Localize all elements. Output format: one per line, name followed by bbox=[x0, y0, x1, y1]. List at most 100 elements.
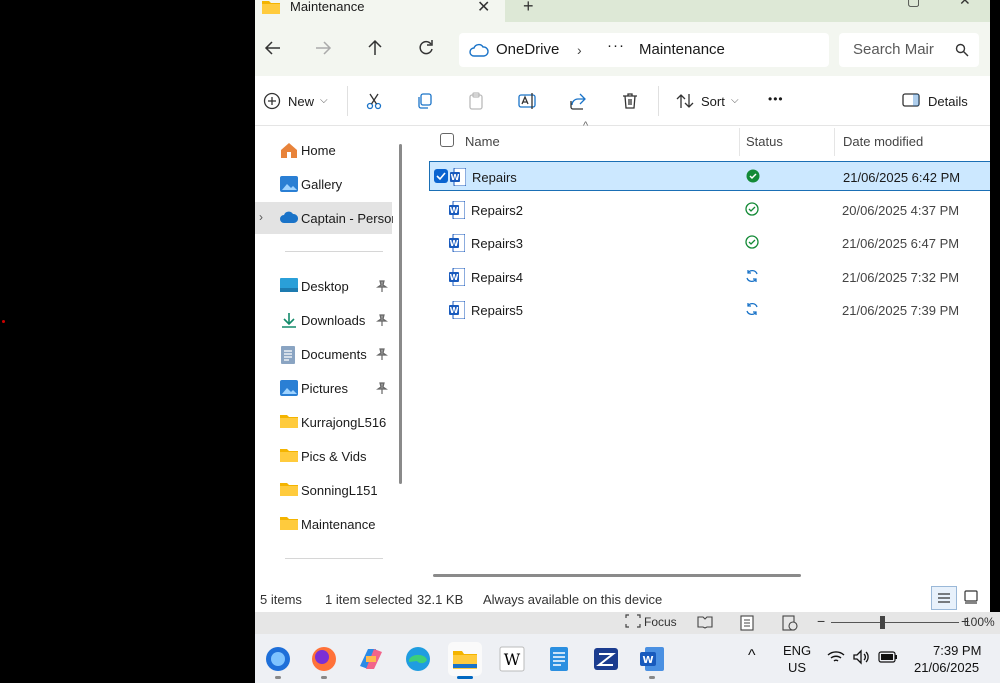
file-row-repairs5[interactable]: W Repairs5 21/06/2025 7:39 PM bbox=[429, 295, 990, 325]
taskbar-app-shield[interactable] bbox=[261, 642, 295, 676]
close-tab-icon[interactable]: ✕ bbox=[477, 0, 490, 17]
sort-dropdown-chevron-icon[interactable]: ⌵ bbox=[731, 95, 739, 106]
file-row-repairs[interactable]: W Repairs 21/06/2025 6:42 PM bbox=[429, 161, 990, 191]
nav-item-home[interactable]: Home bbox=[255, 134, 395, 166]
file-explorer-window: Maintenance ✕ + ▢ ✕ OneDrive › ··· Maint… bbox=[255, 0, 990, 612]
status-bar: 5 items 1 item selected 32.1 KB Always a… bbox=[255, 584, 990, 612]
taskbar-app-file-explorer[interactable] bbox=[448, 642, 482, 676]
taskbar-app-edge[interactable] bbox=[401, 642, 435, 676]
breadcrumb-onedrive[interactable]: OneDrive bbox=[496, 41, 559, 58]
clock-date[interactable]: 21/06/2025 bbox=[914, 660, 979, 675]
clock-time[interactable]: 7:39 PM bbox=[933, 643, 981, 658]
select-all-checkbox[interactable] bbox=[440, 133, 454, 147]
file-row-repairs3[interactable]: W Repairs3 21/06/2025 6:47 PM bbox=[429, 228, 990, 258]
new-button[interactable]: New bbox=[288, 94, 314, 109]
maximize-icon[interactable]: ▢ bbox=[907, 0, 920, 9]
nav-item-sonning[interactable]: SonningL151 bbox=[255, 474, 395, 506]
wifi-icon[interactable] bbox=[827, 650, 845, 667]
pin-icon[interactable] bbox=[376, 279, 388, 297]
column-divider[interactable] bbox=[739, 128, 740, 156]
sort-button[interactable]: Sort bbox=[701, 94, 725, 109]
nav-item-pictures[interactable]: Pictures bbox=[255, 372, 395, 404]
nav-scrollbar[interactable] bbox=[399, 144, 402, 484]
nav-item-label: Gallery bbox=[301, 177, 343, 192]
taskbar-app-firefox[interactable] bbox=[307, 642, 341, 676]
pin-icon[interactable] bbox=[376, 347, 388, 365]
new-tab-button[interactable]: + bbox=[523, 0, 534, 17]
row-checkbox[interactable] bbox=[434, 169, 448, 183]
cut-icon[interactable] bbox=[365, 92, 383, 115]
availability-status: Always available on this device bbox=[483, 592, 663, 607]
refresh-icon[interactable] bbox=[416, 38, 438, 60]
expand-chevron-icon[interactable]: › bbox=[259, 210, 263, 224]
focus-button[interactable]: Focus bbox=[644, 615, 677, 629]
column-name[interactable]: Name bbox=[465, 134, 500, 149]
rename-icon[interactable] bbox=[518, 92, 538, 115]
paste-icon[interactable] bbox=[467, 92, 485, 115]
details-button[interactable]: Details bbox=[928, 94, 968, 109]
volume-icon[interactable] bbox=[852, 649, 870, 668]
sort-icon[interactable] bbox=[676, 92, 694, 115]
up-icon[interactable] bbox=[365, 38, 387, 60]
nav-item-documents[interactable]: Documents bbox=[255, 338, 395, 370]
nav-item-gallery[interactable]: Gallery bbox=[255, 168, 395, 200]
svg-text:W: W bbox=[451, 173, 460, 182]
file-row-repairs4[interactable]: W Repairs4 21/06/2025 7:32 PM bbox=[429, 262, 990, 292]
zoom-slider[interactable] bbox=[831, 622, 959, 623]
nav-item-label: Pictures bbox=[301, 381, 348, 396]
breadcrumb-maintenance[interactable]: Maintenance bbox=[639, 41, 725, 58]
column-status[interactable]: Status bbox=[746, 134, 783, 149]
taskbar-app-wikipedia[interactable]: W bbox=[495, 642, 529, 676]
folder-icon bbox=[280, 448, 298, 467]
horizontal-scrollbar[interactable] bbox=[433, 574, 801, 577]
print-layout-icon[interactable] bbox=[740, 615, 754, 634]
more-options-button[interactable]: ••• bbox=[768, 92, 784, 106]
taskbar-app-zoom-tool[interactable] bbox=[589, 642, 623, 676]
zoom-level[interactable]: 100% bbox=[964, 615, 995, 629]
nav-item-label: SonningL151 bbox=[301, 483, 378, 498]
input-region[interactable]: US bbox=[788, 660, 806, 675]
column-divider[interactable] bbox=[834, 128, 835, 156]
zoom-out-button[interactable]: − bbox=[817, 613, 825, 629]
nav-item-pics-vids[interactable]: Pics & Vids bbox=[255, 440, 395, 472]
battery-icon[interactable] bbox=[878, 651, 898, 666]
focus-icon[interactable] bbox=[625, 614, 641, 631]
forward-icon[interactable] bbox=[313, 38, 335, 60]
details-pane-icon[interactable] bbox=[902, 92, 920, 113]
delete-icon[interactable] bbox=[621, 92, 639, 115]
nav-item-desktop[interactable]: Desktop bbox=[255, 270, 395, 302]
taskbar-app-copilot[interactable] bbox=[354, 642, 388, 676]
pin-icon[interactable] bbox=[376, 381, 388, 399]
large-icons-view-button[interactable] bbox=[963, 589, 979, 610]
web-layout-icon[interactable] bbox=[782, 615, 798, 634]
copy-icon[interactable] bbox=[416, 92, 434, 115]
status-available-icon bbox=[745, 202, 759, 221]
column-date-modified[interactable]: Date modified bbox=[843, 134, 923, 149]
zoom-slider-thumb[interactable] bbox=[880, 616, 885, 629]
nav-item-downloads[interactable]: Downloads bbox=[255, 304, 395, 336]
breadcrumb-overflow[interactable]: ··· bbox=[607, 37, 625, 54]
share-icon[interactable] bbox=[569, 92, 587, 115]
address-bar[interactable]: OneDrive › ··· Maintenance bbox=[459, 33, 829, 67]
file-row-repairs2[interactable]: W Repairs2 20/06/2025 4:37 PM bbox=[429, 195, 990, 225]
nav-item-onedrive[interactable]: › Captain - Personal bbox=[255, 202, 393, 234]
taskbar-app-notepad[interactable] bbox=[542, 642, 576, 676]
show-hidden-icons-chevron-icon[interactable]: ^ bbox=[748, 647, 756, 665]
back-icon[interactable] bbox=[263, 38, 285, 60]
search-input[interactable]: Search Mair bbox=[839, 33, 979, 67]
desktop-screen: Maintenance ✕ + ▢ ✕ OneDrive › ··· Maint… bbox=[0, 0, 1000, 683]
new-dropdown-chevron-icon[interactable]: ⌵ bbox=[320, 95, 328, 106]
close-window-icon[interactable]: ✕ bbox=[959, 0, 971, 9]
pin-icon[interactable] bbox=[376, 313, 388, 331]
read-mode-icon[interactable] bbox=[697, 615, 713, 632]
nav-item-kurrajong[interactable]: KurrajongL516 bbox=[255, 406, 395, 438]
folder-icon bbox=[280, 482, 298, 501]
tab-maintenance[interactable]: Maintenance ✕ bbox=[255, 0, 505, 22]
new-plus-icon[interactable] bbox=[263, 92, 281, 115]
breadcrumb-chevron-icon[interactable]: › bbox=[577, 42, 582, 58]
onedrive-cloud-icon bbox=[280, 210, 299, 228]
input-language[interactable]: ENG bbox=[783, 643, 811, 658]
details-view-button[interactable] bbox=[931, 586, 957, 610]
taskbar-app-word[interactable]: W bbox=[635, 642, 669, 676]
nav-item-maintenance[interactable]: Maintenance bbox=[255, 508, 395, 540]
